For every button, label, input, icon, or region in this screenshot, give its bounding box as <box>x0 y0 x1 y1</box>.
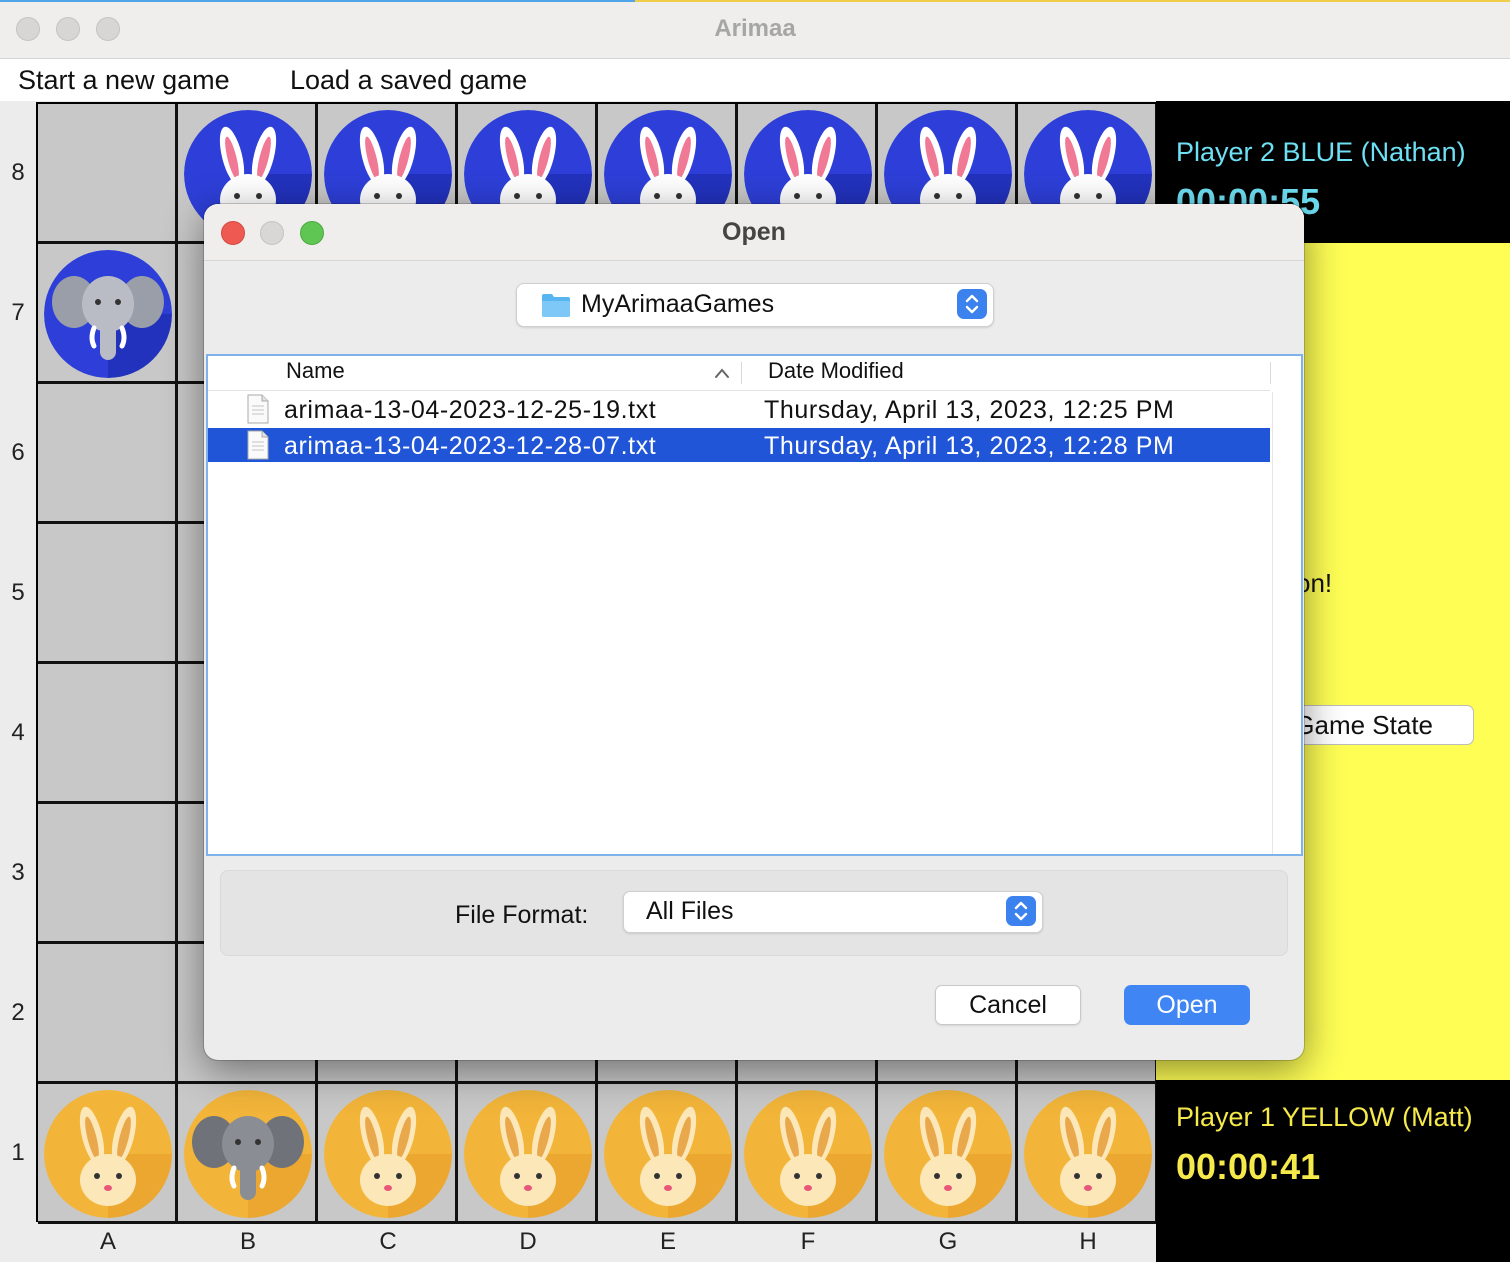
window-title: Arimaa <box>714 15 796 42</box>
board-square-a4[interactable] <box>38 664 178 804</box>
chevron-updown-icon <box>1006 896 1036 926</box>
column-header-date[interactable]: Date Modified <box>768 358 904 390</box>
rank-label: 8 <box>11 159 25 186</box>
file-label: G <box>938 1228 958 1255</box>
rank-label: 1 <box>11 1139 25 1166</box>
rank-label: 5 <box>11 579 25 606</box>
player2-name: Player 2 BLUE (Nathan) <box>1176 137 1466 167</box>
player1-panel: Player 1 YELLOW (Matt) 00:00:41 <box>1156 1080 1510 1262</box>
file-date: Thursday, April 13, 2023, 12:25 PM <box>764 396 1175 424</box>
dialog-titlebar: Open <box>204 204 1304 261</box>
cancel-button[interactable]: Cancel <box>935 985 1081 1025</box>
board-square-a8[interactable] <box>38 104 178 244</box>
text-document-icon <box>246 394 270 429</box>
file-label: D <box>519 1228 537 1255</box>
file-label: B <box>239 1228 256 1255</box>
file-name: arimaa-13-04-2023-12-28-07.txt <box>284 432 657 460</box>
yellow-rabbit-piece[interactable] <box>884 1090 1012 1218</box>
file-row-selected[interactable]: arimaa-13-04-2023-12-28-07.txt Thursday,… <box>208 428 1270 462</box>
folder-select[interactable]: MyArimaaGames <box>516 283 994 327</box>
rank-label: 6 <box>11 439 25 466</box>
column-separator <box>741 362 742 384</box>
rank-label: 7 <box>11 299 25 326</box>
file-label: A <box>99 1228 116 1255</box>
game-state-button[interactable]: Game State <box>1286 705 1474 745</box>
rank-label: 4 <box>11 719 25 746</box>
file-name: arimaa-13-04-2023-12-25-19.txt <box>284 396 657 424</box>
yellow-rabbit-piece[interactable] <box>44 1090 172 1218</box>
file-format-value: All Files <box>646 897 734 925</box>
rank-label: 3 <box>11 859 25 886</box>
window-titlebar: Arimaa <box>0 0 1510 59</box>
folder-name: MyArimaaGames <box>581 290 775 318</box>
text-document-icon <box>246 430 270 465</box>
folder-icon <box>541 292 571 323</box>
header-divider <box>208 390 1270 391</box>
board-square-a3[interactable] <box>38 804 178 944</box>
column-separator <box>1270 362 1271 384</box>
open-dialog: Open MyArimaaGames Name Date Modified ar… <box>204 204 1304 1060</box>
board-square-a5[interactable] <box>38 524 178 664</box>
board-square-a6[interactable] <box>38 384 178 524</box>
open-button[interactable]: Open <box>1124 985 1250 1025</box>
yellow-rabbit-piece[interactable] <box>744 1090 872 1218</box>
file-label: E <box>659 1228 676 1255</box>
column-header-name[interactable]: Name <box>286 358 345 390</box>
menu-bar: Start a new game Load a saved game <box>0 59 1510 102</box>
rank-label: 2 <box>11 999 25 1026</box>
board-square-a2[interactable] <box>38 944 178 1084</box>
file-label: H <box>1079 1228 1097 1255</box>
file-date: Thursday, April 13, 2023, 12:28 PM <box>764 432 1175 460</box>
file-format-panel: File Format: All Files <box>220 870 1288 956</box>
yellow-rabbit-piece[interactable] <box>464 1090 592 1218</box>
title-accent-blue <box>0 0 635 2</box>
list-scrollbar[interactable] <box>1272 392 1273 854</box>
yellow-rabbit-piece[interactable] <box>604 1090 732 1218</box>
menu-start-new-game[interactable]: Start a new game <box>18 65 230 96</box>
file-label: C <box>379 1228 397 1255</box>
file-format-label: File Format: <box>455 901 589 929</box>
dialog-title: Open <box>722 218 786 246</box>
blue-elephant-piece[interactable] <box>44 250 172 378</box>
yellow-rabbit-piece[interactable] <box>1024 1090 1152 1218</box>
chevron-updown-icon <box>957 289 987 319</box>
sort-ascending-icon <box>714 366 730 384</box>
player1-timer: 00:00:41 <box>1176 1146 1321 1187</box>
file-list[interactable]: Name Date Modified arimaa-13-04-2023-12-… <box>206 354 1303 856</box>
file-row[interactable]: arimaa-13-04-2023-12-25-19.txt Thursday,… <box>208 392 1270 426</box>
title-accent-yellow <box>635 0 1510 2</box>
yellow-rabbit-piece[interactable] <box>324 1090 452 1218</box>
yellow-elephant-piece[interactable] <box>184 1090 312 1218</box>
file-label: F <box>800 1228 816 1255</box>
player1-name: Player 1 YELLOW (Matt) <box>1176 1102 1473 1132</box>
menu-load-saved-game[interactable]: Load a saved game <box>290 65 527 96</box>
file-format-select[interactable]: All Files <box>623 891 1043 933</box>
